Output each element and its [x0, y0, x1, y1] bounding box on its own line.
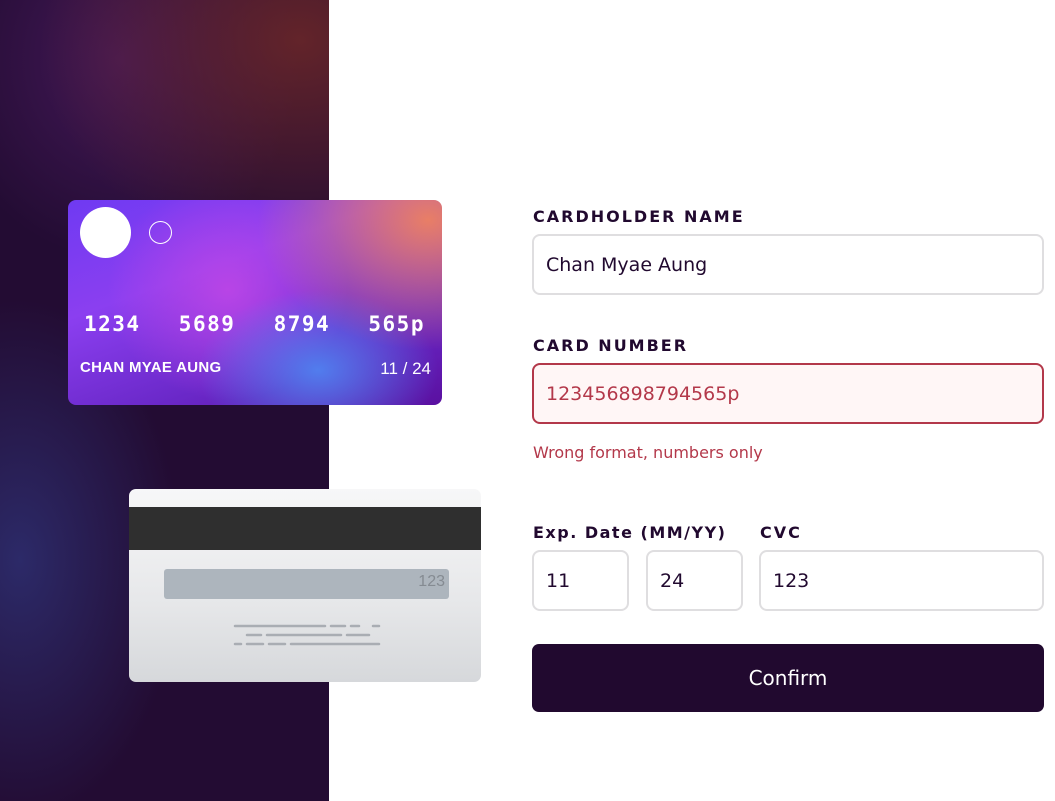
exp-year-input[interactable] [646, 550, 743, 611]
confirm-button[interactable]: Confirm [532, 644, 1044, 712]
cvc-label: CVC [760, 523, 802, 542]
exp-month-input[interactable] [532, 550, 629, 611]
card-number-group: 5689 [178, 312, 236, 336]
card-number-error-message: Wrong format, numbers only [533, 443, 763, 462]
magnetic-stripe [129, 507, 481, 550]
card-back-cvc: 123 [418, 573, 445, 590]
card-logo-outline-circle-icon [149, 221, 172, 244]
card-number-group: 565p [368, 312, 425, 336]
signature-strip: 123 [164, 569, 449, 599]
card-number-display: 1234 5689 8794 565p [84, 312, 425, 336]
exp-date-label: Exp. Date (MM/YY) [533, 523, 727, 542]
card-expiry: 11 / 24 [380, 359, 431, 378]
card-number-group: 8794 [273, 312, 331, 336]
card-front: 1234 5689 8794 565p CHAN MYAE AUNG 11 / … [68, 200, 442, 405]
card-number-input[interactable] [532, 363, 1044, 424]
card-back: 123 [129, 489, 481, 682]
card-holder-name: CHAN MYAE AUNG [80, 359, 222, 376]
card-back-decorative-lines [233, 624, 381, 646]
card-number-group: 1234 [84, 312, 141, 336]
card-logo-filled-circle-icon [80, 207, 131, 258]
card-number-label: CARD NUMBER [533, 336, 689, 355]
cvc-input[interactable] [759, 550, 1044, 611]
cardholder-name-input[interactable] [532, 234, 1044, 295]
cardholder-name-label: CARDHOLDER NAME [533, 207, 745, 226]
